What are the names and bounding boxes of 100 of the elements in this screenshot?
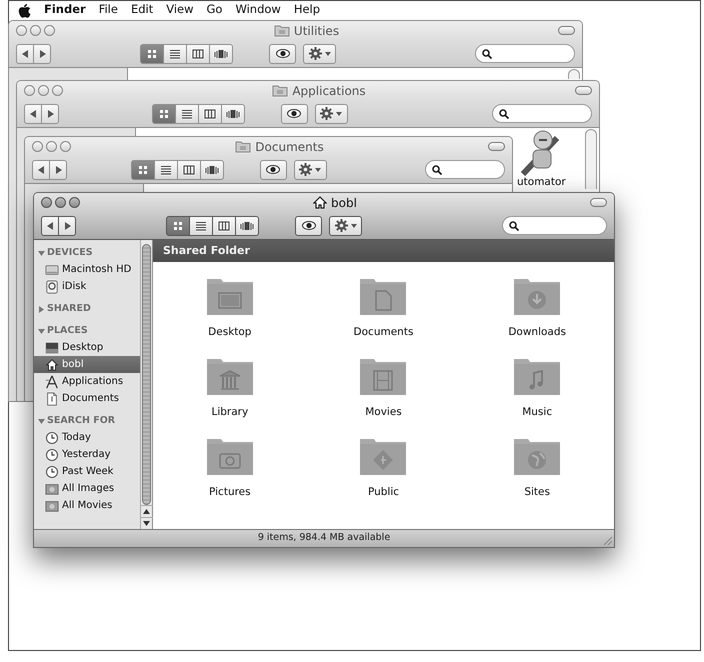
scroll-bar[interactable] [568, 69, 580, 79]
list-view-button[interactable] [189, 216, 214, 236]
window-control-button[interactable] [32, 141, 43, 152]
list-view-button[interactable] [174, 104, 199, 124]
window-control-button[interactable] [30, 25, 41, 36]
folder-name[interactable]: Movies [365, 405, 402, 421]
scroll-down-arrow-icon[interactable] [143, 521, 150, 526]
search-field[interactable] [475, 44, 575, 63]
toolbar-toggle-button[interactable] [488, 142, 505, 151]
back-button[interactable] [32, 160, 50, 180]
folder-icon[interactable] [204, 436, 255, 476]
action-button[interactable] [329, 216, 362, 236]
sidebar-item[interactable]: iDisk [34, 278, 140, 295]
sidebar-item[interactable]: Yesterday [34, 446, 140, 463]
window-control-button[interactable] [44, 25, 55, 36]
search-field[interactable] [492, 104, 592, 123]
folder-name[interactable]: Documents [354, 325, 414, 341]
sidebar-item[interactable]: Past Week [34, 463, 140, 480]
forward-button[interactable] [33, 44, 51, 64]
back-button[interactable] [41, 216, 59, 236]
sidebar-item[interactable]: All Images [34, 480, 140, 497]
menu-item[interactable]: Go [206, 1, 222, 19]
app-name[interactable]: utomator [517, 177, 566, 188]
window-control-button[interactable] [46, 141, 57, 152]
disclosure-triangle-icon[interactable] [38, 328, 45, 334]
menu-item[interactable]: Window [235, 1, 281, 19]
icon-view-button[interactable] [140, 44, 164, 64]
window-control-button[interactable] [41, 197, 52, 208]
scroll-bar[interactable] [585, 129, 597, 189]
window-control-button[interactable] [24, 85, 35, 96]
folder-icon[interactable] [358, 276, 408, 316]
sidebar-item[interactable]: bobl [34, 356, 140, 373]
back-button[interactable] [16, 44, 34, 64]
icon-view-button[interactable] [166, 216, 190, 236]
folder-name[interactable]: Library [211, 405, 248, 421]
forward-button[interactable] [58, 216, 76, 236]
sidebar-item[interactable]: Desktop [34, 339, 140, 356]
menu-item[interactable]: Help [294, 1, 320, 19]
icon-view-button[interactable] [130, 160, 155, 180]
quick-look-button[interactable] [269, 44, 296, 64]
search-field[interactable] [502, 216, 607, 235]
folder-icon[interactable] [512, 356, 562, 396]
forward-button[interactable] [49, 160, 67, 180]
sidebar-item[interactable]: Applications [34, 373, 140, 390]
icon-view-button[interactable] [152, 104, 176, 124]
toolbar-toggle-button[interactable] [575, 86, 592, 95]
cover-flow-button[interactable] [209, 44, 234, 64]
window-control-button[interactable] [60, 141, 71, 152]
window-control-button[interactable] [38, 85, 49, 96]
back-button[interactable] [24, 104, 42, 124]
sidebar-item[interactable]: Documents [34, 390, 140, 407]
menu-item[interactable]: View [166, 1, 194, 19]
toolbar-toggle-button[interactable] [558, 26, 575, 35]
action-button[interactable] [314, 104, 348, 124]
folder-icon[interactable] [204, 356, 255, 396]
cover-flow-button[interactable] [200, 160, 224, 180]
disclosure-triangle-icon[interactable] [38, 306, 45, 312]
list-view-button[interactable] [154, 160, 178, 180]
folder-name[interactable]: Public [368, 485, 400, 501]
scroll-up-arrow-icon[interactable] [143, 509, 150, 514]
quick-look-button[interactable] [280, 104, 308, 124]
disclosure-triangle-icon[interactable] [38, 418, 45, 424]
search-field[interactable] [425, 160, 505, 179]
cover-flow-button[interactable] [235, 216, 260, 236]
window-control-button[interactable] [55, 197, 66, 208]
folder-name[interactable]: Desktop [208, 325, 252, 341]
folder-name[interactable]: Pictures [209, 485, 251, 501]
column-view-button[interactable] [198, 104, 222, 124]
folder-name[interactable]: Music [522, 405, 552, 421]
app-menu[interactable]: Finder [44, 1, 86, 19]
folder-icon[interactable] [204, 276, 255, 316]
folder-icon[interactable] [358, 356, 408, 396]
column-view-button[interactable] [212, 216, 236, 236]
resize-grip-icon[interactable] [603, 536, 612, 545]
list-view-button[interactable] [163, 44, 188, 64]
quick-look-button[interactable] [260, 160, 287, 180]
window-control-button[interactable] [69, 197, 80, 208]
toolbar-toggle-button[interactable] [590, 198, 607, 207]
folder-icon[interactable] [512, 436, 562, 476]
apple-menu-icon[interactable] [18, 2, 31, 18]
folder-icon[interactable] [358, 436, 408, 476]
cover-flow-button[interactable] [220, 104, 245, 124]
menu-item[interactable]: File [98, 1, 118, 19]
sidebar-item[interactable]: All Movies [34, 497, 140, 514]
disclosure-triangle-icon[interactable] [38, 250, 45, 256]
quick-look-button[interactable] [295, 216, 322, 236]
column-view-button[interactable] [186, 44, 210, 64]
window-control-button[interactable] [16, 25, 27, 36]
forward-button[interactable] [41, 104, 59, 124]
folder-name[interactable]: Sites [524, 485, 550, 501]
column-view-button[interactable] [176, 160, 201, 180]
action-button[interactable] [294, 160, 327, 180]
folder-icon[interactable] [512, 276, 562, 316]
scroll-bar[interactable] [140, 240, 152, 529]
menu-item[interactable]: Edit [130, 1, 154, 19]
sidebar-item[interactable]: Today [34, 429, 140, 446]
window-control-button[interactable] [52, 85, 63, 96]
action-button[interactable] [303, 44, 336, 64]
sidebar-item[interactable]: Macintosh HD [34, 261, 140, 278]
folder-name[interactable]: Downloads [508, 325, 566, 341]
